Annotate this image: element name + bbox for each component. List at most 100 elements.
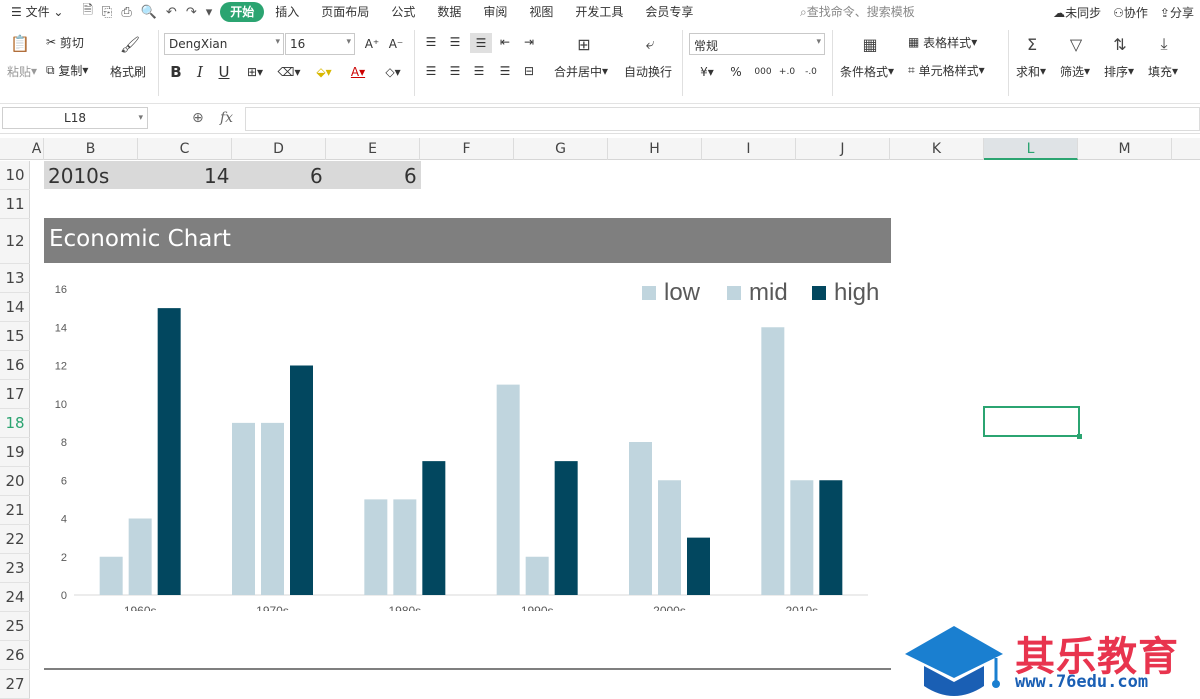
align-center-icon[interactable]: ☰ (446, 61, 464, 81)
cell-style-button[interactable]: ⌗ 单元格样式 ▾ (908, 61, 985, 79)
redo-icon[interactable]: ↷ (186, 5, 197, 20)
outdent-icon[interactable]: ⇤ (496, 33, 514, 51)
font-size-select[interactable]: 16 ▾ (285, 33, 355, 55)
function-icon[interactable]: fx (220, 110, 233, 126)
collab-button[interactable]: ⚇协作 (1113, 4, 1148, 21)
align-bottom-icon[interactable]: ☰ (470, 33, 492, 53)
justify-icon[interactable]: ☰ (496, 61, 514, 81)
file-menu[interactable]: ☰ 文件 ⌄ (0, 0, 74, 24)
row-header[interactable]: 26 (0, 641, 30, 670)
row-header[interactable]: 23 (0, 554, 30, 583)
align-middle-icon[interactable]: ☰ (446, 33, 464, 51)
name-box[interactable]: L18 ▾ (2, 107, 148, 129)
bar-chart[interactable]: 0 2 4 6 8 10 12 14 16 1960s 1970s 1980s 1990s 2000s 20… (30, 161, 900, 611)
sort-icon[interactable]: ⇅ (1108, 32, 1132, 56)
tab-formulas[interactable]: 公式 (380, 0, 426, 24)
row-header[interactable]: 10 (0, 161, 30, 190)
row-header[interactable]: 24 (0, 583, 30, 612)
cut-button[interactable]: ✂ 剪切 (46, 33, 84, 51)
column-header[interactable]: A (30, 138, 44, 160)
column-header[interactable]: G (514, 138, 608, 160)
brush-icon[interactable]: 🖌 (118, 32, 142, 56)
row-header-selected[interactable]: 18 (0, 409, 30, 438)
wrap-text-button[interactable]: 自动换行 (624, 62, 672, 80)
row-header[interactable]: 12 (0, 219, 30, 264)
sync-button[interactable]: ☁未同步 (1053, 4, 1101, 21)
column-header[interactable]: J (796, 138, 890, 160)
row-header[interactable]: 17 (0, 380, 30, 409)
fill-button[interactable]: 填充 ▾ (1148, 62, 1178, 80)
export-icon[interactable]: ⎘ (102, 5, 112, 20)
distribute-icon[interactable]: ⊟ (520, 61, 538, 81)
eraser-format-icon[interactable]: ⌫▾ (274, 61, 304, 83)
table-style-button[interactable]: ▦ 表格样式 ▾ (908, 33, 977, 51)
tab-page-layout[interactable]: 页面布局 (310, 0, 380, 24)
formula-input[interactable] (245, 107, 1200, 131)
format-painter-button[interactable]: 格式刷 (110, 62, 146, 80)
clear-icon[interactable]: ◇▾ (378, 61, 408, 83)
align-right-icon[interactable]: ☰ (470, 61, 488, 81)
row-header[interactable]: 19 (0, 438, 30, 467)
font-color-icon[interactable]: A▾ (344, 61, 372, 83)
print-icon[interactable]: ⎙ (121, 5, 131, 20)
copy-button[interactable]: ⧉ 复制 ▾ (46, 61, 88, 79)
column-header[interactable]: B (44, 138, 138, 160)
undo-icon[interactable]: ↶ (166, 5, 177, 20)
merge-cells-icon[interactable]: ⊞ (570, 32, 598, 56)
increase-font-icon[interactable]: A⁺ (362, 33, 382, 55)
column-header[interactable]: D (232, 138, 326, 160)
filter-button[interactable]: 筛选 ▾ (1060, 62, 1090, 80)
tab-insert[interactable]: 插入 (264, 0, 310, 24)
selected-cell[interactable] (983, 406, 1082, 439)
border-icon[interactable]: ⊞▾ (240, 61, 270, 83)
filter-icon[interactable]: ▽ (1064, 32, 1088, 56)
row-header[interactable]: 14 (0, 293, 30, 322)
row-header[interactable]: 21 (0, 496, 30, 525)
merge-center-button[interactable]: 合并居中 ▾ (554, 62, 608, 80)
row-header[interactable]: 13 (0, 264, 30, 293)
tab-view[interactable]: 视图 (518, 0, 564, 24)
sum-icon[interactable]: Σ (1020, 32, 1044, 56)
italic-icon[interactable]: I (190, 61, 210, 83)
tab-developer[interactable]: 开发工具 (564, 0, 634, 24)
align-left-icon[interactable]: ☰ (422, 61, 440, 81)
thousands-icon[interactable]: 000 (752, 61, 774, 83)
percent-icon[interactable]: % (726, 61, 746, 83)
indent-icon[interactable]: ⇥ (520, 33, 538, 51)
bold-icon[interactable]: B (166, 61, 186, 83)
print-preview-icon[interactable]: 🔍 (141, 5, 157, 20)
row-header[interactable]: 11 (0, 190, 30, 219)
save-icon[interactable]: 🗎 (82, 1, 92, 23)
conditional-format-icon[interactable]: ▦ (856, 32, 884, 56)
decrease-font-icon[interactable]: A⁻ (386, 33, 406, 55)
wrap-text-icon[interactable]: ⤶ (636, 32, 664, 56)
customize-icon[interactable]: ▾ (206, 5, 213, 20)
column-header[interactable]: E (326, 138, 420, 160)
row-header[interactable]: 16 (0, 351, 30, 380)
row-header[interactable]: 25 (0, 612, 30, 641)
tab-review[interactable]: 审阅 (472, 0, 518, 24)
number-format-select[interactable]: 常规 ▾ (689, 33, 825, 55)
align-top-icon[interactable]: ☰ (422, 33, 440, 51)
column-header[interactable]: M (1078, 138, 1172, 160)
decrease-decimal-icon[interactable]: -.0 (800, 61, 822, 83)
underline-icon[interactable]: U (214, 61, 234, 83)
sort-button[interactable]: 排序 ▾ (1104, 62, 1134, 80)
column-header[interactable]: F (420, 138, 514, 160)
column-header-selected[interactable]: L (984, 138, 1078, 160)
currency-icon[interactable]: ¥ ▾ (694, 61, 720, 83)
sum-button[interactable]: 求和 ▾ (1016, 62, 1046, 80)
column-header[interactable]: I (702, 138, 796, 160)
tab-data[interactable]: 数据 (426, 0, 472, 24)
paste-icon[interactable]: 📋 (4, 30, 36, 56)
row-header[interactable]: 15 (0, 322, 30, 351)
column-header[interactable]: C (138, 138, 232, 160)
tab-member[interactable]: 会员专享 (634, 0, 704, 24)
zoom-icon[interactable]: ⊕ (192, 110, 204, 126)
row-header[interactable]: 27 (0, 670, 30, 699)
paste-button[interactable]: 粘贴 ▾ (2, 62, 42, 80)
tab-home[interactable]: 开始 (220, 2, 265, 22)
conditional-format-button[interactable]: 条件格式 ▾ (840, 62, 894, 80)
fill-color-icon[interactable]: ⬙▾ (308, 61, 340, 83)
increase-decimal-icon[interactable]: +.0 (776, 61, 798, 83)
